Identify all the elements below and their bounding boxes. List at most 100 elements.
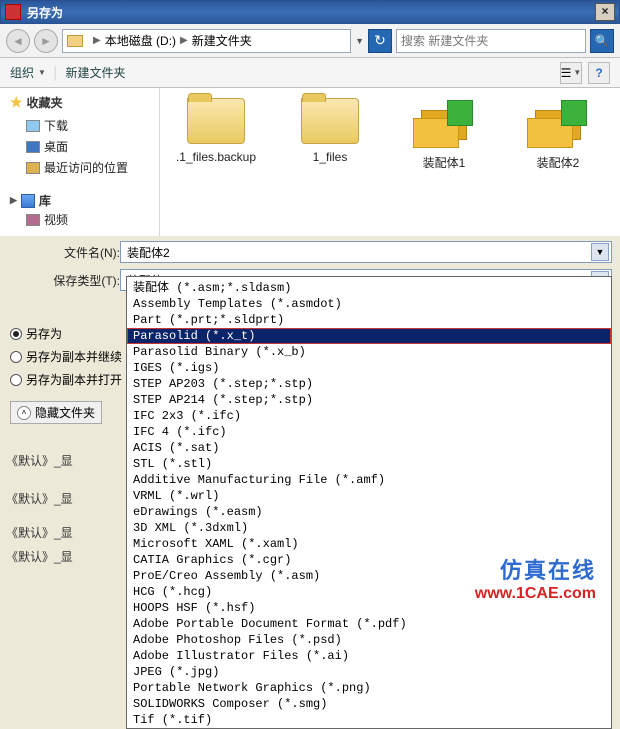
assembly-icon	[527, 98, 589, 148]
nav-back-button[interactable]: ◄	[6, 29, 30, 53]
refresh-button[interactable]: ↻	[368, 29, 392, 53]
breadcrumb-drive[interactable]: 本地磁盘 (D:)	[105, 32, 176, 49]
filename-input[interactable]: 装配体2 ▼	[120, 241, 612, 263]
file-list[interactable]: .1_files.backup 1_files 装配体1 装配体2	[160, 88, 620, 236]
filetype-option[interactable]: Adobe Portable Document Format (*.pdf)	[127, 616, 611, 632]
filetype-option[interactable]: Adobe Illustrator Files (*.ai)	[127, 648, 611, 664]
filetype-option[interactable]: STEP AP203 (*.step;*.stp)	[127, 376, 611, 392]
arrow-right-icon: ►	[40, 34, 52, 48]
stray-label: 《默认》_显	[6, 548, 73, 565]
filetype-option[interactable]: STL (*.stl)	[127, 456, 611, 472]
help-button[interactable]: ?	[588, 62, 610, 84]
assembly-icon	[413, 98, 475, 148]
file-item[interactable]: 装配体1	[398, 98, 490, 171]
chevron-down-icon: ▼	[38, 68, 46, 77]
filetype-option[interactable]: IFC 4 (*.ifc)	[127, 424, 611, 440]
filetype-option[interactable]: 装配体 (*.asm;*.sldasm)	[127, 277, 611, 296]
filetype-option[interactable]: ACIS (*.sat)	[127, 440, 611, 456]
window-title: 另存为	[27, 4, 595, 21]
new-folder-button[interactable]: 新建文件夹	[65, 64, 125, 81]
refresh-icon: ↻	[374, 32, 386, 49]
sidebar-item-video[interactable]: 视频	[10, 209, 155, 230]
file-item[interactable]: 1_files	[284, 98, 376, 164]
chevron-up-icon: ˄	[17, 406, 31, 420]
stray-label: 《默认》_显	[6, 490, 73, 507]
filetype-option[interactable]: Portable Network Graphics (*.png)	[127, 680, 611, 696]
view-button[interactable]: ☰ ▼	[560, 62, 582, 84]
desktop-icon	[26, 141, 40, 153]
arrow-left-icon: ◄	[12, 34, 24, 48]
sidebar: ★ 收藏夹 下载 桌面 最近访问的位置 ▶ 库 视频	[0, 88, 160, 236]
filetype-option[interactable]: Tif (*.tif)	[127, 712, 611, 728]
address-dropdown-button[interactable]: ▼	[355, 36, 364, 46]
filetype-option[interactable]: Assembly Templates (*.asmdot)	[127, 296, 611, 312]
sidebar-item-desktop[interactable]: 桌面	[10, 136, 155, 157]
filename-row: 文件名(N): 装配体2 ▼	[0, 238, 620, 263]
folder-icon	[187, 98, 245, 144]
filetype-option[interactable]: Microsoft XAML (*.xaml)	[127, 536, 611, 552]
chevron-down-icon: ▼	[596, 247, 605, 257]
filetype-option[interactable]: 3D XML (*.3dxml)	[127, 520, 611, 536]
file-item[interactable]: 装配体2	[512, 98, 604, 171]
radio-saveas-copy-continue[interactable]: 另存为副本并继续	[10, 345, 122, 368]
sidebar-item-downloads[interactable]: 下载	[10, 115, 155, 136]
view-icon: ☰	[561, 66, 572, 80]
search-button[interactable]: 🔍	[590, 29, 614, 53]
titlebar: 另存为 ×	[0, 0, 620, 24]
folder-icon	[301, 98, 359, 144]
downloads-icon	[26, 120, 40, 132]
app-icon	[5, 4, 21, 20]
breadcrumb-folder[interactable]: 新建文件夹	[192, 32, 252, 49]
search-input[interactable]: 搜索 新建文件夹	[396, 29, 586, 53]
chevron-down-icon: ▼	[573, 68, 581, 77]
main-area: ★ 收藏夹 下载 桌面 最近访问的位置 ▶ 库 视频 .1_files.back…	[0, 88, 620, 236]
filetype-option[interactable]: JPEG (*.jpg)	[127, 664, 611, 680]
organize-button[interactable]: 组织 ▼	[10, 64, 46, 81]
filetype-dropdown-list[interactable]: 装配体 (*.asm;*.sldasm)Assembly Templates (…	[126, 276, 612, 729]
library-header[interactable]: ▶ 库	[10, 192, 155, 209]
filetype-option[interactable]: eDrawings (*.easm)	[127, 504, 611, 520]
filetype-option[interactable]: SOLIDWORKS Composer (*.smg)	[127, 696, 611, 712]
radio-icon	[10, 351, 22, 363]
address-row: ◄ ► ▶ 本地磁盘 (D:) ▶ 新建文件夹 ▼ ↻ 搜索 新建文件夹 🔍	[0, 24, 620, 58]
file-item[interactable]: .1_files.backup	[170, 98, 262, 164]
filetype-option[interactable]: Adobe Photoshop Files (*.psd)	[127, 632, 611, 648]
star-icon: ★	[10, 94, 23, 111]
expand-icon: ▶	[10, 195, 17, 206]
filetype-option[interactable]: IFC 2x3 (*.ifc)	[127, 408, 611, 424]
filetype-option[interactable]: Additive Manufacturing File (*.amf)	[127, 472, 611, 488]
filetype-option[interactable]: IGES (*.igs)	[127, 360, 611, 376]
filetype-option[interactable]: Part (*.prt;*.sldprt)	[127, 312, 611, 328]
filetype-option[interactable]: VRML (*.wrl)	[127, 488, 611, 504]
filetype-label: 保存类型(T):	[42, 272, 120, 289]
save-mode-group: 另存为 另存为副本并继续 另存为副本并打开 ˄ 隐藏文件夹	[10, 322, 122, 424]
filetype-option[interactable]: Parasolid (*.x_t)	[127, 328, 611, 344]
recent-icon	[26, 162, 40, 174]
help-icon: ?	[595, 66, 602, 80]
filename-dropdown-button[interactable]: ▼	[591, 243, 609, 261]
stray-label: 《默认》_显	[6, 524, 73, 541]
filetype-option[interactable]: Parasolid Binary (*.x_b)	[127, 344, 611, 360]
radio-saveas-copy-open[interactable]: 另存为副本并打开	[10, 368, 122, 391]
address-input[interactable]: ▶ 本地磁盘 (D:) ▶ 新建文件夹	[62, 29, 351, 53]
toolbar: 组织 ▼ │ 新建文件夹 ☰ ▼ ?	[0, 58, 620, 88]
radio-icon	[10, 374, 22, 386]
radio-saveas[interactable]: 另存为	[10, 322, 122, 345]
hide-folders-button[interactable]: ˄ 隐藏文件夹	[10, 401, 102, 424]
chevron-right-icon: ▶	[93, 35, 101, 46]
sidebar-item-recent[interactable]: 最近访问的位置	[10, 157, 155, 178]
watermark-url: www.1CAE.com	[475, 585, 596, 603]
close-button[interactable]: ×	[595, 3, 615, 21]
chevron-right-icon: ▶	[180, 35, 188, 46]
watermark-title: 仿真在线	[500, 553, 596, 585]
nav-forward-button[interactable]: ►	[34, 29, 58, 53]
filetype-option[interactable]: STEP AP214 (*.step;*.stp)	[127, 392, 611, 408]
stray-label: 《默认》_显	[6, 452, 73, 469]
filename-label: 文件名(N):	[42, 244, 120, 261]
search-placeholder: 搜索 新建文件夹	[401, 32, 488, 49]
library-icon	[21, 194, 35, 208]
video-icon	[26, 214, 40, 226]
favorites-header[interactable]: ★ 收藏夹	[10, 94, 155, 111]
folder-icon	[67, 35, 83, 47]
search-icon: 🔍	[595, 34, 610, 48]
